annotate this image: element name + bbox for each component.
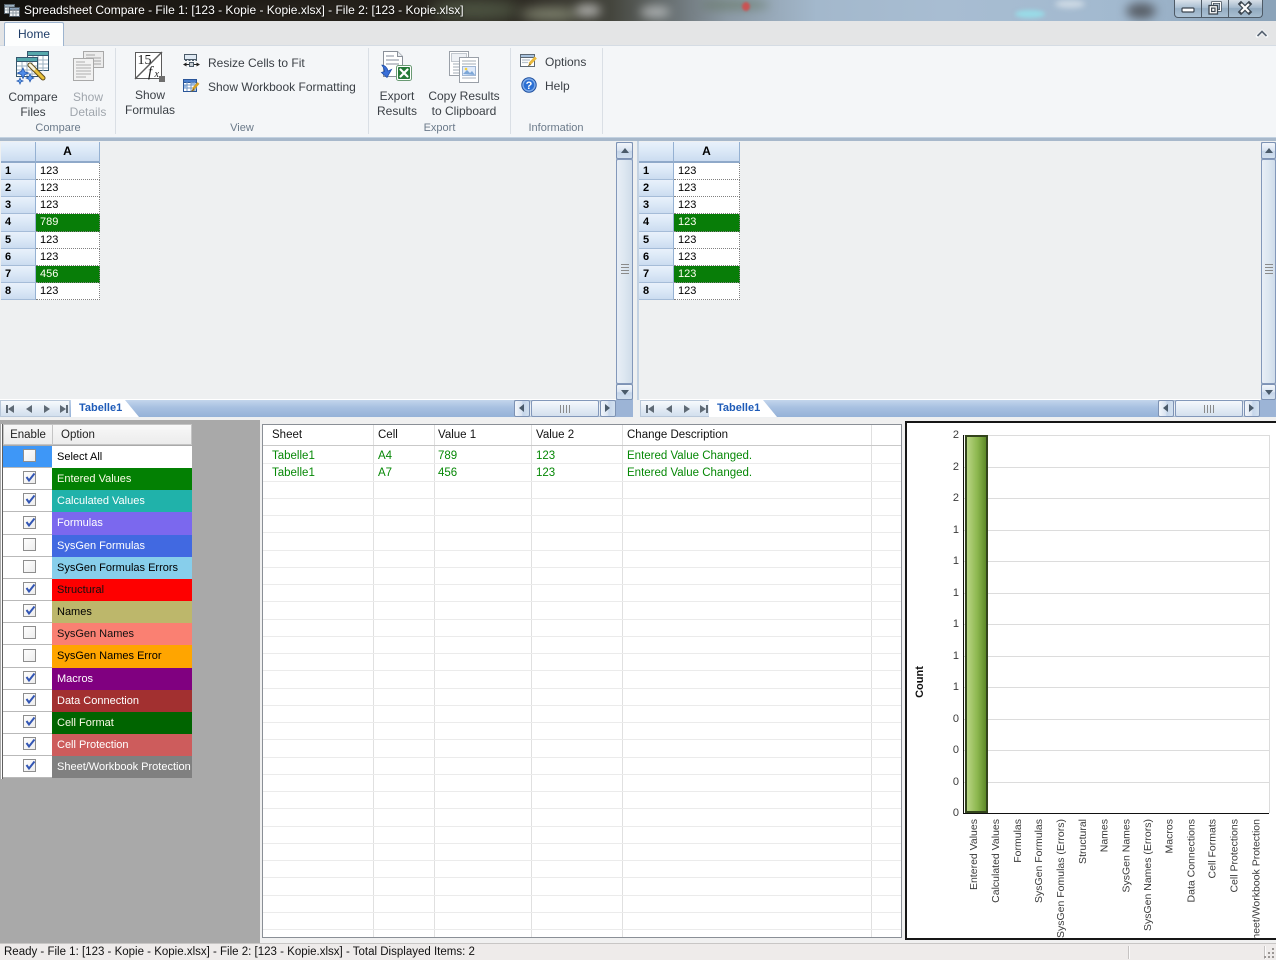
svg-text:x: x <box>154 69 160 80</box>
svg-text:?: ? <box>526 80 533 92</box>
